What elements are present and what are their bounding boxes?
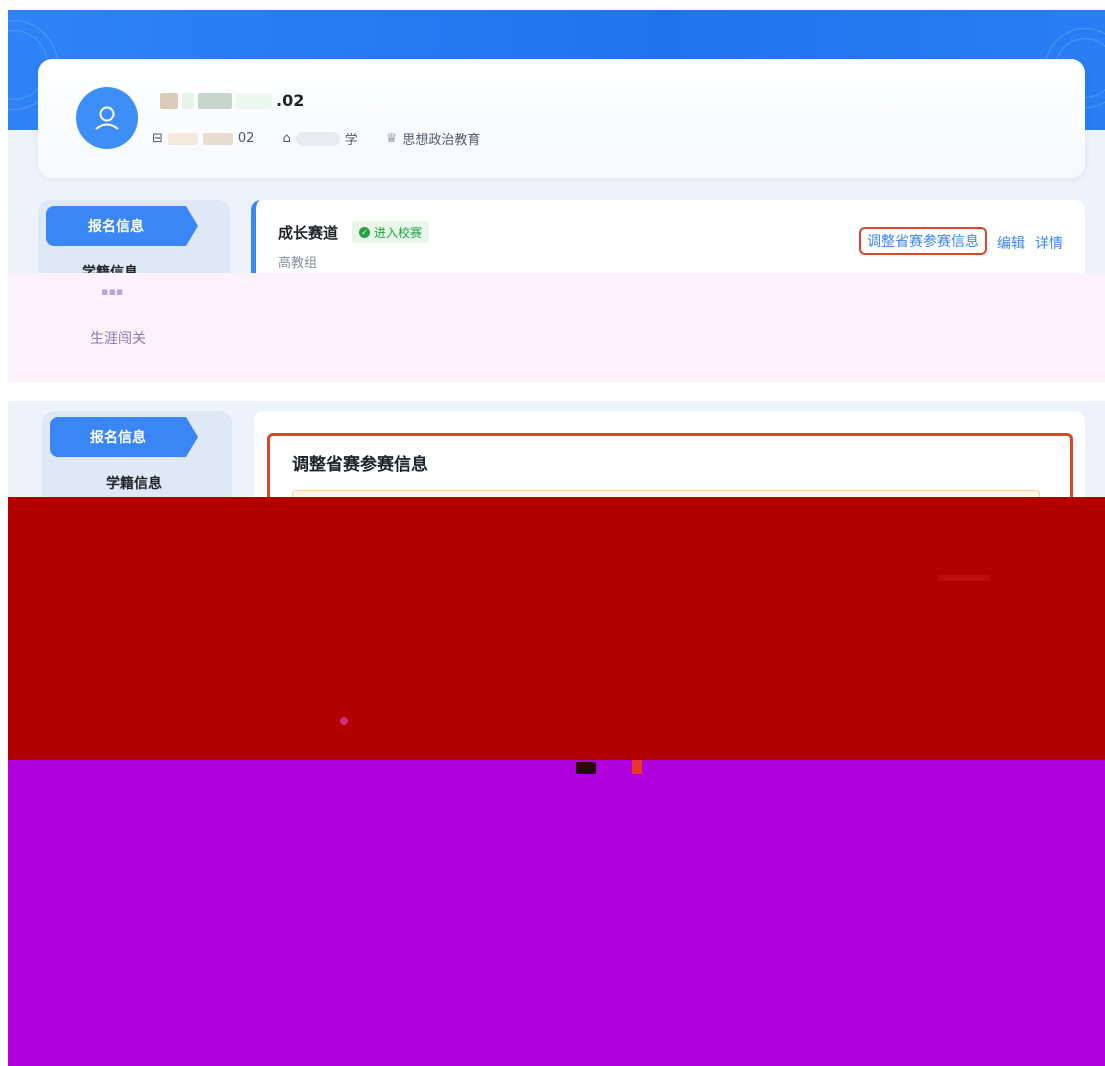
profile-name-suffix: .02 — [276, 91, 305, 110]
overlay-red — [8, 497, 1105, 774]
edit-link[interactable]: 编辑 — [997, 233, 1025, 255]
user-icon — [95, 106, 119, 130]
major: ♕ 思想政治教育 — [385, 131, 481, 148]
check-icon: ✓ — [359, 226, 370, 238]
graduation-icon: ♕ — [385, 131, 398, 146]
overlay-purple — [8, 760, 1105, 1066]
panel-adjust-dialog: 报名信息 学籍信息 调整省赛参赛信息 ! 2025-0 — [8, 401, 1105, 1066]
status-badge: ✓ 进入校赛 — [352, 221, 430, 243]
profile-meta: ⊟ 02 ⌂ 学 ♕ 思想政治教育 — [152, 129, 502, 148]
tab-registration-info[interactable]: 报名信息 — [46, 206, 198, 246]
profile-card: .02 ⊟ 02 ⌂ 学 ♕ 思想政治教育 — [38, 59, 1085, 178]
profile-name: .02 — [160, 91, 304, 110]
overlay-pink — [8, 273, 1105, 382]
student-id: ⊟ 02 — [152, 131, 255, 146]
sidebar-nav-2: 报名信息 学籍信息 — [42, 411, 232, 511]
tab-registration-info-2[interactable]: 报名信息 — [50, 417, 198, 457]
id-card-icon: ⊟ — [152, 131, 163, 146]
group-label: 高教组 — [278, 256, 318, 271]
avatar — [76, 87, 138, 149]
building-icon: ⌂ — [282, 131, 291, 146]
competition-actions: 调整省赛参赛信息 编辑 详情 — [859, 227, 1063, 255]
dialog-title: 调整省赛参赛信息 — [292, 455, 428, 475]
adjust-provincial-info-link[interactable]: 调整省赛参赛信息 — [859, 227, 987, 255]
ghost-text-artifact: ▪▪▪ — [101, 285, 124, 298]
detail-link[interactable]: 详情 — [1035, 233, 1063, 255]
panel-registration-overview: .02 ⊟ 02 ⌂ 学 ♕ 思想政治教育 报名信息 学籍信息 成长赛道 — [8, 10, 1105, 382]
tab-student-status-2[interactable]: 学籍信息 — [106, 473, 162, 493]
track-title: 成长赛道 — [278, 224, 339, 242]
college: ⌂ 学 — [282, 131, 358, 148]
tab-career-challenge[interactable]: 生涯闯关 — [90, 328, 146, 348]
